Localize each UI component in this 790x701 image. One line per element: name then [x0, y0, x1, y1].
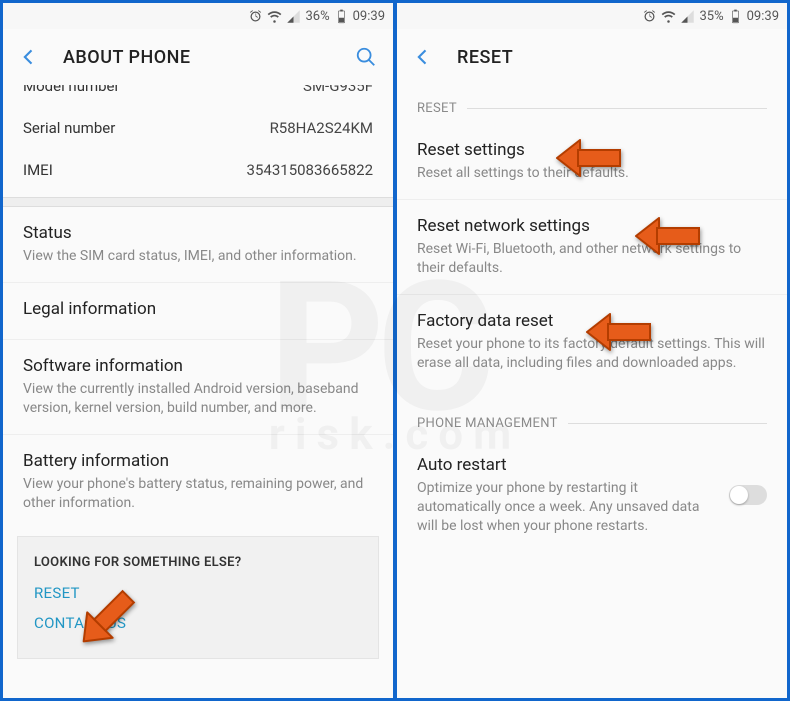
info-label: Serial number — [23, 119, 115, 137]
item-battery[interactable]: Battery information View your phone's ba… — [3, 435, 393, 529]
item-title: Auto restart — [417, 455, 717, 475]
info-value: 354315083665822 — [247, 161, 373, 179]
item-reset-settings[interactable]: Reset settings Reset all settings to the… — [397, 124, 787, 200]
info-value: SM-G935F — [303, 85, 373, 95]
footer-heading: LOOKING FOR SOMETHING ELSE? — [34, 555, 362, 570]
info-row-serial: Serial number R58HA2S24KM — [3, 107, 393, 149]
item-reset-network[interactable]: Reset network settings Reset Wi-Fi, Blue… — [397, 200, 787, 295]
info-row-model: Model number SM-G935F — [3, 85, 393, 107]
item-desc: View your phone's battery status, remain… — [23, 475, 373, 513]
item-title: Battery information — [23, 451, 373, 471]
item-title: Reset settings — [417, 140, 767, 160]
section-header-phone-mgmt: PHONE MANAGEMENT — [397, 400, 787, 439]
battery-percent: 35% — [699, 9, 723, 24]
back-icon[interactable] — [413, 47, 433, 67]
alarm-icon — [248, 9, 263, 24]
item-title: Software information — [23, 356, 373, 376]
wifi-icon — [661, 9, 676, 24]
phone-right: 35% 09:39 RESET RESET Reset settings Res… — [397, 3, 787, 698]
status-bar: 36% 09:39 — [3, 3, 393, 29]
toggle-auto-restart[interactable] — [729, 485, 767, 505]
item-title: Factory data reset — [417, 311, 767, 331]
item-auto-restart[interactable]: Auto restart Optimize your phone by rest… — [397, 439, 787, 552]
footer-card: LOOKING FOR SOMETHING ELSE? RESET CONTAC… — [17, 536, 379, 659]
item-title: Legal information — [23, 299, 373, 319]
item-desc: Reset your phone to its factory default … — [417, 335, 767, 373]
item-legal[interactable]: Legal information — [3, 283, 393, 340]
content-area: Model number SM-G935F Serial number R58H… — [3, 85, 393, 698]
page-title: RESET — [457, 47, 771, 68]
alarm-icon — [642, 9, 657, 24]
battery-percent: 36% — [305, 9, 329, 24]
link-contact-us[interactable]: CONTACT US — [34, 614, 362, 632]
item-status[interactable]: Status View the SIM card status, IMEI, a… — [3, 207, 393, 283]
section-header-reset: RESET — [397, 85, 787, 124]
battery-icon — [728, 9, 743, 24]
app-bar: RESET — [397, 29, 787, 85]
item-desc: Optimize your phone by restarting it aut… — [417, 479, 717, 536]
search-icon[interactable] — [355, 46, 377, 68]
signal-icon — [286, 9, 301, 24]
info-label: IMEI — [23, 161, 53, 179]
back-icon[interactable] — [19, 47, 39, 67]
info-label: Model number — [23, 85, 120, 95]
info-value: R58HA2S24KM — [270, 119, 373, 137]
item-factory-reset[interactable]: Factory data reset Reset your phone to i… — [397, 295, 787, 389]
item-title: Status — [23, 223, 373, 243]
page-title: ABOUT PHONE — [63, 47, 331, 68]
wifi-icon — [267, 9, 282, 24]
status-bar: 35% 09:39 — [397, 3, 787, 29]
item-software[interactable]: Software information View the currently … — [3, 340, 393, 435]
item-title: Reset network settings — [417, 216, 767, 236]
item-desc: View the SIM card status, IMEI, and othe… — [23, 247, 373, 266]
signal-icon — [680, 9, 695, 24]
item-desc: Reset Wi-Fi, Bluetooth, and other networ… — [417, 240, 767, 278]
link-reset[interactable]: RESET — [34, 584, 362, 602]
app-bar: ABOUT PHONE — [3, 29, 393, 85]
phone-left: 36% 09:39 ABOUT PHONE Model number SM-G9… — [3, 3, 393, 698]
item-desc: View the currently installed Android ver… — [23, 380, 373, 418]
content-area: RESET Reset settings Reset all settings … — [397, 85, 787, 698]
time: 09:39 — [353, 9, 385, 24]
item-desc: Reset all settings to their defaults. — [417, 164, 767, 183]
info-row-imei: IMEI 354315083665822 — [3, 149, 393, 197]
divider — [3, 197, 393, 207]
battery-icon — [334, 9, 349, 24]
time: 09:39 — [747, 9, 779, 24]
